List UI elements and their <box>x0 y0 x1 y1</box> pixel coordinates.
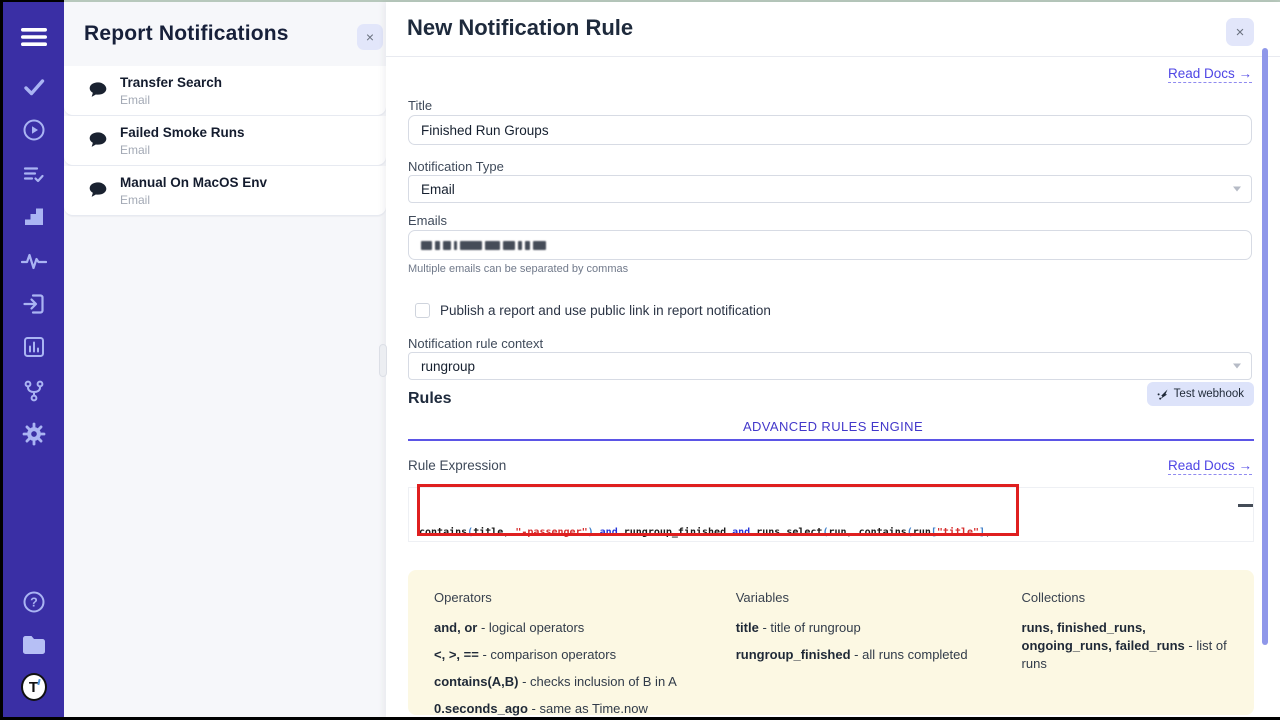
menu-icon[interactable] <box>21 24 47 50</box>
notification-rule-item[interactable]: Failed Smoke Runs Email <box>64 116 386 166</box>
chevron-down-icon <box>1233 187 1241 192</box>
help-item: and, or - logical operators <box>434 619 736 637</box>
title-input[interactable]: Finished Run Groups <box>408 115 1252 145</box>
main-close-button[interactable]: × <box>1226 18 1254 46</box>
help-item: runs, finished_runs, ongoing_runs, faile… <box>1022 619 1228 673</box>
rule-item-title: Failed Smoke Runs <box>120 125 245 140</box>
steps-icon[interactable] <box>21 204 47 230</box>
close-icon: × <box>1236 24 1245 41</box>
bar-chart-icon[interactable] <box>21 334 47 360</box>
folder-icon[interactable] <box>21 632 47 658</box>
app-sidebar: ? T <box>3 2 64 717</box>
rule-item-title: Transfer Search <box>120 75 222 90</box>
close-icon: × <box>366 29 374 45</box>
logo-letter: T <box>29 679 38 696</box>
rule-item-subtitle: Email <box>120 143 150 157</box>
emails-field-label: Emails <box>408 213 447 228</box>
help-item: title - title of rungroup <box>736 619 1022 637</box>
context-field-label: Notification rule context <box>408 336 543 351</box>
tab-advanced-rules-engine[interactable]: ADVANCED RULES ENGINE <box>386 419 1280 434</box>
help-item: contains(A,B) - checks inclusion of B in… <box>434 673 736 691</box>
notification-rule-list: Transfer Search Email Failed Smoke Runs … <box>64 66 386 216</box>
activity-icon[interactable] <box>21 247 47 273</box>
publish-report-label: Publish a report and use public link in … <box>440 303 771 318</box>
chat-bubble-icon <box>88 81 108 105</box>
publish-report-checkbox-row[interactable]: Publish a report and use public link in … <box>415 303 771 318</box>
help-column-operators: Operators and, or - logical operators <,… <box>434 590 736 695</box>
help-item: <, >, == - comparison operators <box>434 646 736 664</box>
git-fork-icon[interactable] <box>21 378 47 404</box>
notification-type-select[interactable]: Email <box>408 175 1252 203</box>
context-value: rungroup <box>421 359 475 374</box>
emails-helper-text: Multiple emails can be separated by comm… <box>408 263 628 275</box>
checkbox-unchecked[interactable] <box>415 303 430 318</box>
page-title: New Notification Rule <box>407 15 633 41</box>
help-column-header: Variables <box>736 590 1022 605</box>
chevron-down-icon <box>1233 364 1241 369</box>
main-scrollbar-thumb[interactable] <box>1262 48 1268 645</box>
sign-in-icon[interactable] <box>21 291 47 317</box>
read-docs-link-top[interactable]: Read Docs → <box>1168 66 1252 83</box>
rule-item-title: Manual On MacOS Env <box>120 175 267 190</box>
emails-input[interactable] <box>408 230 1252 260</box>
settings-gear-icon[interactable] <box>21 421 47 447</box>
rules-heading: Rules <box>408 390 452 408</box>
tab-active-indicator <box>408 439 1254 441</box>
read-docs-link-rules[interactable]: Read Docs → <box>1168 458 1252 475</box>
rule-item-subtitle: Email <box>120 193 150 207</box>
help-column-variables: Variables title - title of rungroup rung… <box>736 590 1022 695</box>
play-circle-icon[interactable] <box>21 117 47 143</box>
app-logo[interactable]: T <box>21 674 47 700</box>
check-icon[interactable] <box>21 74 47 100</box>
chat-bubble-icon <box>88 131 108 155</box>
chat-bubble-icon <box>88 181 108 205</box>
panel-close-button[interactable]: × <box>357 24 383 50</box>
notification-rule-item[interactable]: Manual On MacOS Env Email <box>64 166 386 216</box>
rule-expression-label: Rule Expression <box>408 458 506 473</box>
test-webhook-button[interactable]: Test webhook <box>1147 382 1254 406</box>
notification-type-label: Notification Type <box>408 159 504 174</box>
app-screen: ? T Report Notifications × Transfer Sear… <box>0 0 1280 720</box>
help-circle-icon[interactable]: ? <box>21 589 47 615</box>
code-line-1: contains(title, "-passenger") and rungro… <box>419 525 1243 541</box>
help-column-collections: Collections runs, finished_runs, ongoing… <box>1022 590 1228 695</box>
help-item: 0.seconds_ago - same as Time.now <box>434 700 736 718</box>
redacted-email-value <box>421 241 546 250</box>
title-input-value: Finished Run Groups <box>421 123 549 138</box>
panel-resize-handle[interactable] <box>379 344 387 377</box>
help-item: rungroup_finished - all runs completed <box>736 646 1022 664</box>
webhook-icon <box>1157 388 1169 400</box>
rule-item-subtitle: Email <box>120 93 150 107</box>
panel-title: Report Notifications <box>84 22 289 46</box>
syntax-help-box: Operators and, or - logical operators <,… <box>408 570 1254 715</box>
main-header: New Notification Rule × <box>386 2 1280 57</box>
test-webhook-label: Test webhook <box>1174 388 1244 400</box>
notification-type-value: Email <box>421 182 455 197</box>
report-notifications-panel: Report Notifications × Transfer Search E… <box>64 2 386 717</box>
help-column-header: Collections <box>1022 590 1228 605</box>
new-notification-rule-panel: New Notification Rule × Read Docs → Titl… <box>386 2 1280 717</box>
list-check-icon[interactable] <box>21 161 47 187</box>
help-column-header: Operators <box>434 590 736 605</box>
svg-text:?: ? <box>30 596 38 610</box>
editor-scrollbar-thumb[interactable] <box>1238 504 1253 507</box>
context-select[interactable]: rungroup <box>408 352 1252 380</box>
rule-expression-editor[interactable]: contains(title, "-passenger") and rungro… <box>408 487 1254 542</box>
notification-rule-item[interactable]: Transfer Search Email <box>64 66 386 116</box>
title-field-label: Title <box>408 98 432 113</box>
